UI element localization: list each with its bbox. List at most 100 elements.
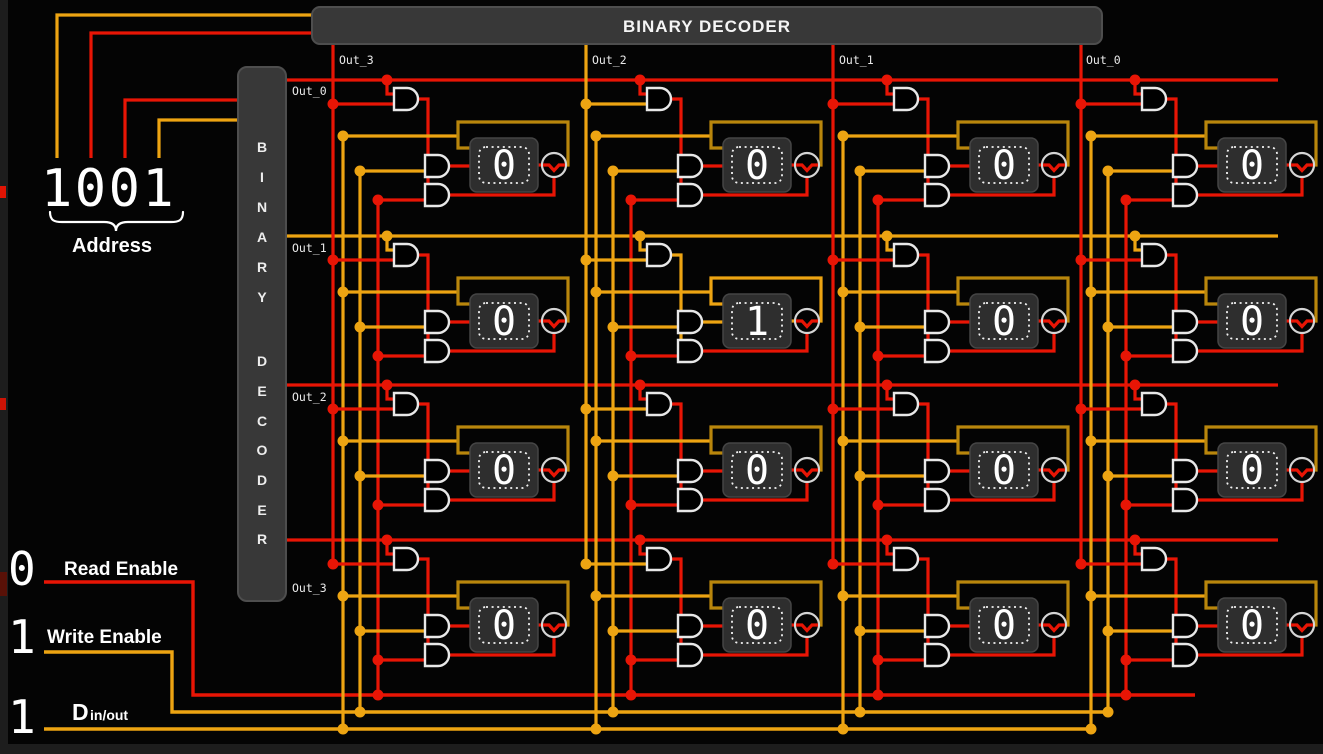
logic-sim-canvas[interactable]: 0000010000000000 BINARY DECODER BINARYDE… (0, 0, 1323, 754)
junction-dot (855, 166, 866, 177)
junction-dot (355, 707, 366, 718)
write-and-gate[interactable] (925, 155, 949, 177)
bit-value: 0 (492, 299, 516, 345)
bit-value: 0 (1240, 448, 1264, 494)
junction-dot (1086, 131, 1097, 142)
write-and-gate[interactable] (925, 615, 949, 637)
read-and-gate[interactable] (678, 340, 702, 362)
junction-dot (382, 75, 393, 86)
junction-dot (1103, 471, 1114, 482)
address-input-value[interactable]: 1001 (41, 159, 176, 219)
read-and-gate[interactable] (425, 644, 449, 666)
read-enable-input-value[interactable]: 0 (8, 542, 36, 596)
read-and-gate[interactable] (678, 489, 702, 511)
junction-dot (1103, 166, 1114, 177)
write-and-gate[interactable] (678, 155, 702, 177)
left-decoder-letter: Y (257, 289, 267, 305)
bit-value: 0 (492, 603, 516, 649)
junction-dot (828, 404, 839, 415)
read-and-gate[interactable] (425, 489, 449, 511)
junction-dot (338, 591, 349, 602)
address-label: Address (72, 235, 152, 257)
bit-value: 0 (992, 299, 1016, 345)
cell-select-and-gate[interactable] (647, 88, 671, 110)
cell-select-and-gate[interactable] (894, 244, 918, 266)
junction-dot (608, 471, 619, 482)
cell-select-and-gate[interactable] (647, 393, 671, 415)
cell-select-and-gate[interactable] (1142, 88, 1166, 110)
left-edge-tick (0, 186, 6, 198)
cell-select-and-gate[interactable] (394, 244, 418, 266)
write-and-gate[interactable] (678, 460, 702, 482)
junction-dot (1076, 559, 1087, 570)
bit-value: 1 (745, 299, 769, 345)
cell-select-and-gate[interactable] (394, 393, 418, 415)
junction-dot (338, 436, 349, 447)
junction-dot (1130, 535, 1141, 546)
write-and-gate[interactable] (1173, 155, 1197, 177)
read-and-gate[interactable] (425, 340, 449, 362)
left-decoder-letter: A (257, 229, 267, 245)
cell-select-and-gate[interactable] (647, 548, 671, 570)
left-decoder-letter: E (257, 383, 266, 399)
write-and-gate[interactable] (425, 311, 449, 333)
junction-dot (1121, 195, 1132, 206)
write-and-gate[interactable] (425, 155, 449, 177)
cell-select-and-gate[interactable] (894, 88, 918, 110)
cell-select-and-gate[interactable] (894, 393, 918, 415)
read-and-gate[interactable] (1173, 644, 1197, 666)
cell-select-and-gate[interactable] (1142, 393, 1166, 415)
read-and-gate[interactable] (1173, 489, 1197, 511)
write-and-gate[interactable] (1173, 460, 1197, 482)
junction-dot (382, 231, 393, 242)
read-and-gate[interactable] (925, 184, 949, 206)
bit-value: 0 (1240, 603, 1264, 649)
junction-dot (1086, 436, 1097, 447)
left-decoder-letter: B (257, 139, 267, 155)
junction-dot (591, 131, 602, 142)
junction-dot (855, 626, 866, 637)
cell-select-and-gate[interactable] (1142, 548, 1166, 570)
read-and-gate[interactable] (678, 184, 702, 206)
junction-dot (838, 724, 849, 735)
cell-select-and-gate[interactable] (394, 548, 418, 570)
write-enable-input-value[interactable]: 1 (8, 610, 36, 664)
write-and-gate[interactable] (425, 615, 449, 637)
row-label-out3: Out_3 (292, 581, 327, 595)
data-inout-label: D (72, 699, 89, 725)
junction-dot (1121, 351, 1132, 362)
junction-dot (591, 724, 602, 735)
write-and-gate[interactable] (678, 615, 702, 637)
write-enable-label: Write Enable (47, 627, 162, 648)
write-and-gate[interactable] (925, 460, 949, 482)
read-and-gate[interactable] (925, 644, 949, 666)
circuit-diagram[interactable]: 0000010000000000 BINARY DECODER BINARYDE… (0, 0, 1323, 754)
data-inout-input-value[interactable]: 1 (8, 690, 36, 744)
read-and-gate[interactable] (925, 489, 949, 511)
write-and-gate[interactable] (425, 460, 449, 482)
cell-select-and-gate[interactable] (394, 88, 418, 110)
read-and-gate[interactable] (678, 644, 702, 666)
read-and-gate[interactable] (425, 184, 449, 206)
column-label-out1: Out_1 (839, 53, 874, 67)
cell-select-and-gate[interactable] (894, 548, 918, 570)
junction-dot (591, 287, 602, 298)
read-and-gate[interactable] (1173, 340, 1197, 362)
bit-value: 0 (992, 448, 1016, 494)
read-and-gate[interactable] (1173, 184, 1197, 206)
cell-select-and-gate[interactable] (647, 244, 671, 266)
read-and-gate[interactable] (925, 340, 949, 362)
junction-dot (635, 231, 646, 242)
junction-dot (1103, 322, 1114, 333)
junction-dot (338, 131, 349, 142)
junction-dot (1076, 404, 1087, 415)
write-and-gate[interactable] (1173, 311, 1197, 333)
junction-dot (882, 535, 893, 546)
junction-dot (355, 471, 366, 482)
write-and-gate[interactable] (925, 311, 949, 333)
write-and-gate[interactable] (678, 311, 702, 333)
cell-select-and-gate[interactable] (1142, 244, 1166, 266)
junction-dot (608, 626, 619, 637)
bit-value: 0 (745, 603, 769, 649)
write-and-gate[interactable] (1173, 615, 1197, 637)
